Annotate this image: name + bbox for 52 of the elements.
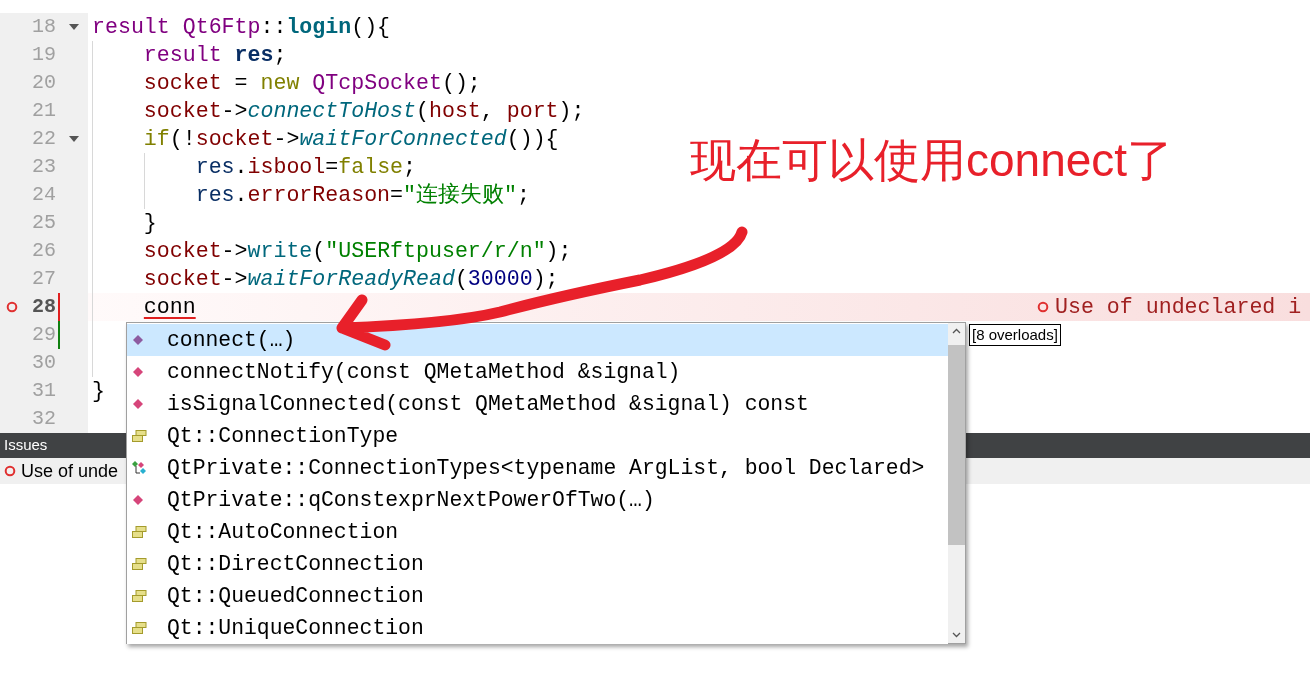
- line-number: 23: [31, 154, 56, 180]
- fold-icon[interactable]: [69, 136, 79, 142]
- line-number: 18: [31, 14, 56, 40]
- line-number: 30: [31, 350, 56, 376]
- code-line: res.isbool=false;: [194, 154, 417, 181]
- overloads-tooltip: [8 overloads]: [969, 324, 1061, 346]
- fold-icon[interactable]: [69, 24, 79, 30]
- code-line: conn: [142, 294, 196, 321]
- code-line: res.errorReason="连接失败";: [194, 181, 530, 209]
- scrollbar[interactable]: [948, 323, 965, 643]
- enum-icon: [132, 590, 147, 602]
- scroll-down-icon[interactable]: [952, 632, 961, 638]
- code-line: socket->connectToHost(host, port);: [142, 98, 585, 125]
- annotation-text: 现在可以使用connect了: [690, 133, 1174, 188]
- enum-icon: [132, 430, 147, 442]
- line-number: 21: [31, 98, 56, 124]
- line-number: 28: [31, 294, 56, 320]
- inline-error-message: Use of undeclared i: [1055, 293, 1302, 321]
- diamond-icon: [132, 398, 144, 410]
- enum-icon: [132, 526, 147, 538]
- line-number: 25: [31, 210, 56, 236]
- issue-item[interactable]: Use of unde: [21, 457, 119, 485]
- enum-icon: [132, 622, 147, 634]
- completion-item[interactable]: Qt::UniqueConnection: [127, 612, 948, 644]
- panel-title: Issues: [4, 435, 48, 456]
- code-line: socket = new QTcpSocket();: [142, 70, 481, 97]
- error-icon: [1037, 301, 1049, 313]
- line-number: 27: [31, 266, 56, 292]
- code-line: if(!socket->waitForConnected()){: [142, 126, 559, 153]
- error-icon: [4, 465, 16, 477]
- line-number: 20: [31, 70, 56, 96]
- line-number: 24: [31, 182, 56, 208]
- code-line: }: [142, 210, 157, 237]
- line-number: 32: [31, 406, 56, 432]
- code-line: result res;: [142, 42, 287, 69]
- diamond-icon: [132, 334, 144, 346]
- code-line: result Qt6Ftp::login(){: [92, 14, 391, 41]
- scrollbar-thumb[interactable]: [948, 345, 965, 545]
- diamond-icon: [132, 494, 144, 506]
- enum-icon: [132, 558, 147, 570]
- line-number: 26: [31, 238, 56, 264]
- line-number: 19: [31, 42, 56, 68]
- line-number: 22: [31, 126, 56, 152]
- completion-item[interactable]: connect(…): [127, 324, 948, 356]
- template-icon: [132, 461, 147, 475]
- line-number: 29: [31, 322, 56, 348]
- line-number: 31: [31, 378, 56, 404]
- diamond-icon: [132, 366, 144, 378]
- scroll-up-icon[interactable]: [952, 328, 961, 334]
- code-line: }: [92, 378, 105, 405]
- code-line: socket->write("USERftpuser/r/n");: [142, 238, 572, 265]
- code-line: socket->waitForReadyRead(30000);: [142, 266, 559, 293]
